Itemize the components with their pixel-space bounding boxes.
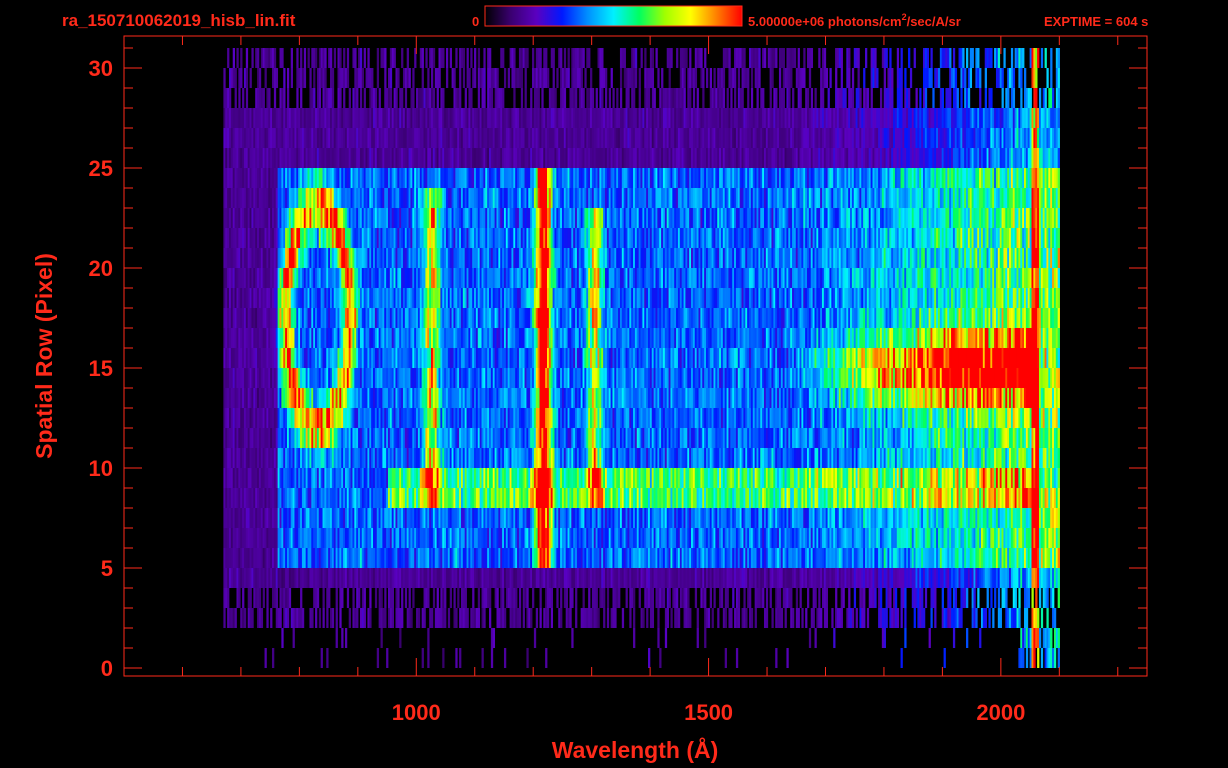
y-axis-title: Spatial Row (Pixel) [31,253,57,459]
y-tick-label: 15 [89,356,113,381]
x-tick-label: 1500 [684,700,733,725]
y-tick-label: 5 [101,556,113,581]
colorbar-max-label: 5.00000e+06 photons/cm2/sec/A/sr [748,12,961,29]
colorbar [484,5,743,27]
x-axis-title: Wavelength (Å) [552,736,719,763]
exptime-label: EXPTIME = 604 s [1044,14,1148,29]
x-tick-label: 2000 [976,700,1025,725]
heatmap-image [223,48,1060,668]
y-tick-label: 25 [89,156,113,181]
y-tick-label: 30 [89,56,113,81]
y-tick-label: 20 [89,256,113,281]
x-tick-label: 1000 [392,700,441,725]
file-title: ra_150710062019_hisb_lin.fit [62,11,296,30]
figure: ra_150710062019_hisb_lin.fit 0 5.00000e+… [31,5,1148,763]
y-tick-label: 10 [89,456,113,481]
y-tick-label: 0 [101,656,113,681]
colorbar-min-label: 0 [472,14,479,29]
